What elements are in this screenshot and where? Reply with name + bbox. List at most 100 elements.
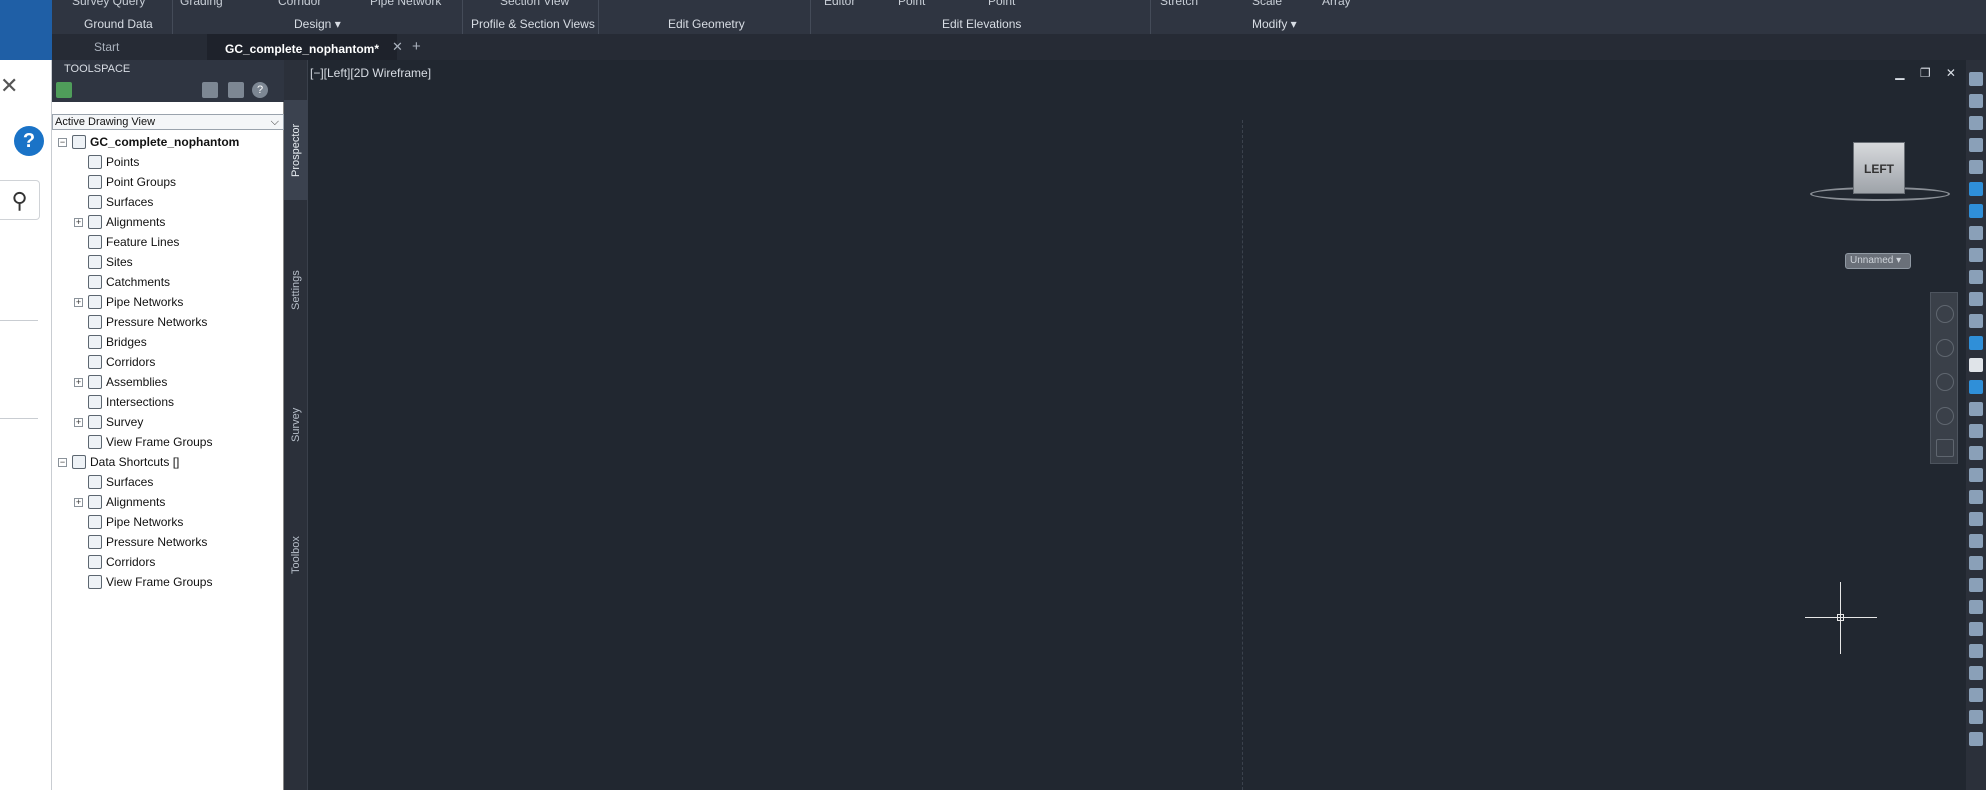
tree-item-survey[interactable]: + Survey <box>52 412 284 432</box>
tab-document[interactable]: GC_complete_nophantom* <box>207 34 397 60</box>
tree-item-pipe-networks[interactable]: + Pipe Networks <box>52 292 284 312</box>
panel-ground-data[interactable]: Ground Data <box>84 14 153 34</box>
tree-data-shortcuts[interactable]: − Data Shortcuts [] <box>52 452 284 472</box>
tree-item-surfaces[interactable]: Surfaces <box>52 192 284 212</box>
tool-icon[interactable] <box>1969 534 1983 548</box>
tool-icon[interactable] <box>1969 358 1983 372</box>
tool-icon[interactable] <box>1969 138 1983 152</box>
ribbon-item-corridor[interactable]: Corridor <box>278 0 321 8</box>
tree-item-feature-lines[interactable]: Feature Lines <box>52 232 284 252</box>
collapse-icon[interactable]: − <box>58 138 67 147</box>
item-view-icon[interactable] <box>202 82 218 98</box>
tool-icon[interactable] <box>1969 512 1983 526</box>
collapse-icon[interactable]: − <box>58 458 67 467</box>
tree-item-point-groups[interactable]: Point Groups <box>52 172 284 192</box>
tool-icon[interactable] <box>1969 732 1983 746</box>
tool-icon[interactable] <box>1969 292 1983 306</box>
tool-icon[interactable] <box>1969 556 1983 570</box>
tree-item-catchments[interactable]: Catchments <box>52 272 284 292</box>
list-view-icon[interactable] <box>228 82 244 98</box>
tool-icon[interactable] <box>1969 468 1983 482</box>
globe-icon[interactable] <box>1969 204 1983 218</box>
tool-icon[interactable] <box>1969 600 1983 614</box>
add-tab-icon[interactable]: + <box>412 34 421 60</box>
tool-icon[interactable] <box>1969 666 1983 680</box>
tree-item-points[interactable]: Points <box>52 152 284 172</box>
tool-icon[interactable] <box>1969 424 1983 438</box>
tool-icon[interactable] <box>1969 380 1983 394</box>
tool-icon[interactable] <box>1969 226 1983 240</box>
panel-design[interactable]: Design ▾ <box>294 14 341 34</box>
tab-prospector[interactable]: Prospector <box>284 100 308 200</box>
tree-item-bridges[interactable]: Bridges <box>52 332 284 352</box>
tool-icon[interactable] <box>1969 248 1983 262</box>
shortcut-item-pressure-networks[interactable]: Pressure Networks <box>52 532 284 552</box>
ribbon-item-section-view[interactable]: Section View <box>500 0 569 8</box>
tool-icon[interactable] <box>1969 622 1983 636</box>
orbit-icon[interactable] <box>1936 407 1954 425</box>
steering-wheel-icon[interactable] <box>1936 305 1954 323</box>
zoom-icon[interactable] <box>1936 373 1954 391</box>
tool-icon[interactable] <box>1969 490 1983 504</box>
tree-item-assemblies[interactable]: + Assemblies <box>52 372 284 392</box>
panel-modify[interactable]: Modify ▾ <box>1252 14 1297 34</box>
tool-icon[interactable] <box>1969 160 1983 174</box>
tree-item-alignments[interactable]: + Alignments <box>52 212 284 232</box>
expand-icon[interactable]: + <box>74 298 83 307</box>
expand-icon[interactable]: + <box>74 418 83 427</box>
ribbon-item-grading[interactable]: Grading <box>180 0 223 8</box>
ribbon-item-array[interactable]: Array <box>1322 0 1351 8</box>
tool-icon[interactable] <box>1969 94 1983 108</box>
ribbon-item-stretch[interactable]: Stretch <box>1160 0 1198 8</box>
tree-item-sites[interactable]: Sites <box>52 252 284 272</box>
shortcut-item-alignments[interactable]: + Alignments <box>52 492 284 512</box>
ribbon-item-point-2[interactable]: Point <box>988 0 1015 8</box>
viewport-controls-label[interactable]: [−][Left][2D Wireframe] <box>310 66 431 80</box>
tool-icon[interactable] <box>1969 270 1983 284</box>
shortcut-item-surfaces[interactable]: Surfaces <box>52 472 284 492</box>
shortcut-item-view-frame-groups[interactable]: View Frame Groups <box>52 572 284 592</box>
shortcut-item-pipe-networks[interactable]: Pipe Networks <box>52 512 284 532</box>
view-dropdown[interactable]: Active Drawing View ⌵ <box>52 114 284 130</box>
ribbon-item-editor[interactable]: Editor <box>824 0 855 8</box>
panel-profile-section-views[interactable]: Profile & Section Views <box>471 14 595 34</box>
ucs-menu[interactable]: Unnamed ▾ <box>1845 253 1911 269</box>
tree-item-corridors[interactable]: Corridors <box>52 352 284 372</box>
tool-icon[interactable] <box>1969 710 1983 724</box>
panel-edit-geometry[interactable]: Edit Geometry <box>668 14 745 34</box>
tree-item-intersections[interactable]: Intersections <box>52 392 284 412</box>
globe-icon[interactable] <box>1969 182 1983 196</box>
tab-start[interactable]: Start <box>72 34 182 60</box>
close-tab-icon[interactable]: ✕ <box>392 34 403 60</box>
ribbon-item-survey-query[interactable]: Survey Query <box>72 0 145 8</box>
tool-icon[interactable] <box>1969 644 1983 658</box>
tool-icon[interactable] <box>1969 72 1983 86</box>
tool-icon[interactable] <box>1969 314 1983 328</box>
viewport-window-controls[interactable]: ▁ ❐ ✕ <box>1895 66 1962 80</box>
tree-item-pressure-networks[interactable]: Pressure Networks <box>52 312 284 332</box>
toolspace-title[interactable]: TOOLSPACE <box>52 60 284 78</box>
ribbon-item-pipe-network[interactable]: Pipe Network <box>370 0 441 8</box>
panel-edit-elevations[interactable]: Edit Elevations <box>942 14 1021 34</box>
tab-settings[interactable]: Settings <box>284 240 308 340</box>
tool-icon[interactable] <box>1969 336 1983 350</box>
expand-icon[interactable]: + <box>74 378 83 387</box>
expand-icon[interactable]: + <box>74 218 83 227</box>
tab-toolbox[interactable]: Toolbox <box>284 500 308 610</box>
tree-item-view-frame-groups[interactable]: View Frame Groups <box>52 432 284 452</box>
tree-root[interactable]: − GC_complete_nophantom <box>52 132 284 152</box>
close-icon[interactable]: ✕ <box>0 74 20 98</box>
expand-icon[interactable]: + <box>74 498 83 507</box>
help-icon[interactable]: ? <box>252 82 268 98</box>
search-icon[interactable]: ⚲ <box>0 180 40 220</box>
tool-icon[interactable] <box>1969 116 1983 130</box>
ribbon-item-point[interactable]: Point <box>898 0 925 8</box>
drawing-viewport[interactable]: [−][Left][2D Wireframe] ▁ ❐ ✕ LEFT Unnam… <box>308 60 1966 790</box>
help-icon[interactable]: ? <box>14 126 44 156</box>
tool-icon[interactable] <box>1969 402 1983 416</box>
tool-icon[interactable] <box>1969 446 1983 460</box>
tool-icon[interactable] <box>1969 578 1983 592</box>
ribbon-item-scale[interactable]: Scale <box>1252 0 1282 8</box>
shortcut-item-corridors[interactable]: Corridors <box>52 552 284 572</box>
toolspace-icon[interactable] <box>56 82 72 98</box>
